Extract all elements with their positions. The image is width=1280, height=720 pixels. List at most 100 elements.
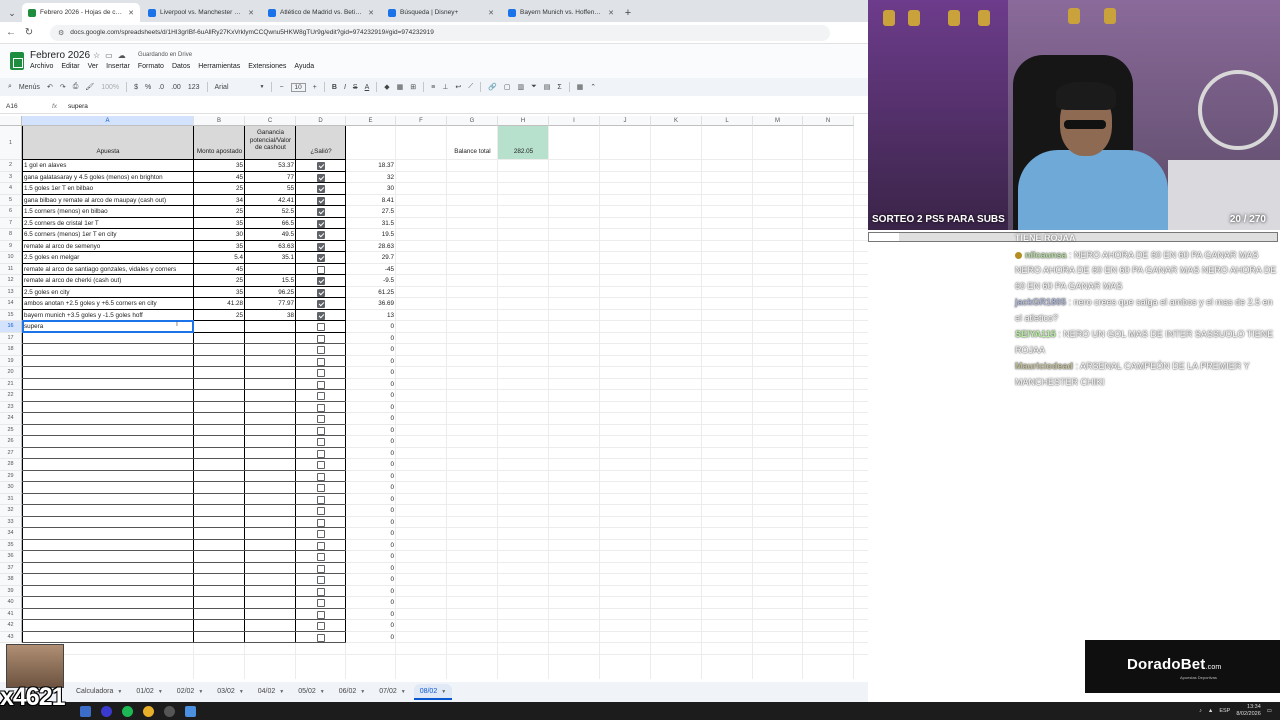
chrome-icon[interactable] — [143, 705, 154, 717]
cell[interactable]: 27.5 — [346, 206, 396, 218]
cell[interactable]: 0 — [346, 413, 396, 425]
select-all-corner[interactable] — [0, 116, 22, 126]
browser-tab[interactable]: Búsqueda | Disney+ ✕ — [382, 3, 500, 22]
row-header[interactable]: 27 — [0, 447, 22, 459]
cell[interactable]: 0 — [346, 471, 396, 483]
cell[interactable]: 0 — [346, 482, 396, 494]
row-header[interactable]: 24 — [0, 413, 22, 425]
font-select[interactable]: Arial — [215, 84, 253, 91]
increase-decimals-button[interactable]: .00 — [171, 84, 181, 91]
menus-search-icon[interactable]: ⌕ — [8, 83, 12, 91]
row-header[interactable]: 26 — [0, 436, 22, 448]
checkbox[interactable] — [317, 254, 325, 262]
sheets-logo-icon[interactable] — [10, 52, 24, 70]
browser-tab[interactable]: Bayern Munich vs. Hoffenheim ✕ — [502, 3, 620, 22]
column-header-L[interactable]: L — [702, 116, 753, 126]
column-header-K[interactable]: K — [651, 116, 702, 126]
row-header[interactable]: 22 — [0, 390, 22, 402]
checkbox[interactable] — [317, 311, 325, 320]
cell[interactable]: 0 — [346, 344, 396, 356]
checkbox[interactable] — [317, 265, 325, 274]
site-info-icon[interactable]: ⚙ — [58, 29, 64, 37]
network-icon[interactable]: ▲ — [1208, 708, 1213, 714]
row-header[interactable]: 38 — [0, 574, 22, 586]
cell[interactable]: ¿Salió? — [296, 126, 346, 160]
name-box[interactable]: A16 — [0, 103, 52, 110]
checkbox[interactable] — [317, 587, 325, 596]
checkbox[interactable] — [317, 162, 325, 170]
font-size-increase-icon[interactable]: + — [313, 84, 317, 91]
row-header[interactable]: 39 — [0, 585, 22, 597]
column-header-A[interactable]: A — [22, 116, 194, 126]
tab-close-icon[interactable]: ✕ — [608, 9, 614, 17]
spotify-icon[interactable] — [122, 705, 133, 717]
font-size-input[interactable]: 10 — [290, 82, 306, 92]
tab-close-icon[interactable]: ✕ — [128, 9, 134, 17]
column-header-F[interactable]: F — [396, 116, 447, 126]
column-header-H[interactable]: H — [498, 116, 549, 126]
column-header-B[interactable]: B — [194, 116, 245, 126]
notification-icon[interactable]: ▭ — [1267, 708, 1272, 714]
column-header-D[interactable]: D — [296, 116, 346, 126]
checkbox[interactable] — [317, 576, 325, 584]
cell[interactable]: 18.37 — [346, 160, 396, 172]
checkbox[interactable] — [317, 403, 325, 412]
browser-tab[interactable]: Atlético de Madrid vs. Betis | D ✕ — [262, 3, 380, 22]
checkbox[interactable] — [317, 346, 325, 354]
checkbox[interactable] — [317, 323, 325, 331]
cell[interactable]: 0 — [346, 574, 396, 586]
row-header[interactable]: 30 — [0, 482, 22, 494]
row-header[interactable]: 25 — [0, 424, 22, 436]
row-header[interactable]: 31 — [0, 493, 22, 505]
print-icon[interactable]: ⎙ — [73, 83, 79, 91]
cell[interactable]: Apuesta — [22, 126, 194, 160]
filter-views-icon[interactable]: ▤ — [544, 83, 551, 91]
row-header[interactable]: 11 — [0, 263, 22, 275]
row-header[interactable]: 21 — [0, 378, 22, 390]
cell[interactable]: 0 — [346, 333, 396, 345]
cell[interactable]: 31.5 — [346, 218, 396, 230]
row-header[interactable]: 9 — [0, 240, 22, 252]
spreadsheet-grid[interactable]: A B C D E F G H I J K L M N 1 2 3 4 5 6 7 8 9 10 11 12 13 14 15 16 17 1… — [0, 116, 868, 679]
cell[interactable]: 0 — [346, 448, 396, 460]
row-header[interactable]: 16 — [0, 321, 22, 333]
checkbox[interactable] — [317, 231, 325, 239]
hide-menus-icon[interactable]: ⌃ — [590, 83, 596, 91]
menu-item[interactable]: Extensiones — [248, 63, 286, 70]
sheet-tab[interactable]: 01/02 ▼ — [130, 684, 168, 700]
decrease-decimals-button[interactable]: .0 — [158, 84, 164, 91]
cell[interactable]: 30 — [346, 183, 396, 195]
checkbox[interactable] — [317, 196, 325, 205]
cell[interactable]: 0 — [346, 597, 396, 609]
menu-item[interactable]: Herramientas — [198, 63, 240, 70]
column-header-I[interactable]: I — [549, 116, 600, 126]
insert-comment-icon[interactable]: ▢ — [504, 83, 511, 91]
insert-link-icon[interactable]: 🔗 — [488, 83, 497, 91]
sheet-tab[interactable]: 04/02 ▼ — [252, 684, 290, 700]
checkbox[interactable] — [317, 599, 325, 607]
language-indicator[interactable]: ESP — [1219, 708, 1230, 714]
reload-icon[interactable]: ↻ — [22, 27, 36, 38]
checkbox[interactable] — [317, 472, 325, 481]
row-header[interactable]: 13 — [0, 286, 22, 298]
row-header[interactable]: 43 — [0, 631, 22, 643]
column-header-G[interactable]: G — [447, 116, 498, 126]
checkbox[interactable] — [317, 185, 325, 193]
formula-input[interactable]: supera — [68, 103, 88, 110]
cell[interactable]: 0 — [346, 321, 396, 333]
checkbox[interactable] — [317, 334, 325, 343]
cell[interactable]: 0 — [346, 551, 396, 563]
row-header[interactable]: 29 — [0, 470, 22, 482]
sheet-tab-menu-icon[interactable]: ▼ — [360, 684, 365, 700]
text-wrap-icon[interactable]: ↩ — [455, 83, 461, 91]
paint-format-icon[interactable]: 🖌 — [85, 83, 94, 91]
cell[interactable]: Ganancia potencial/Valor de cashout — [245, 126, 296, 160]
obs-icon[interactable] — [164, 705, 175, 717]
cell[interactable]: 0 — [346, 356, 396, 368]
cell[interactable]: 32 — [346, 172, 396, 184]
functions-icon[interactable]: Σ — [557, 84, 561, 91]
zoom-select[interactable]: 100% — [101, 84, 119, 91]
sheet-tab-menu-icon[interactable]: ▼ — [320, 684, 325, 700]
number-format-button[interactable]: 123 — [188, 84, 200, 91]
row-header[interactable]: 7 — [0, 217, 22, 229]
